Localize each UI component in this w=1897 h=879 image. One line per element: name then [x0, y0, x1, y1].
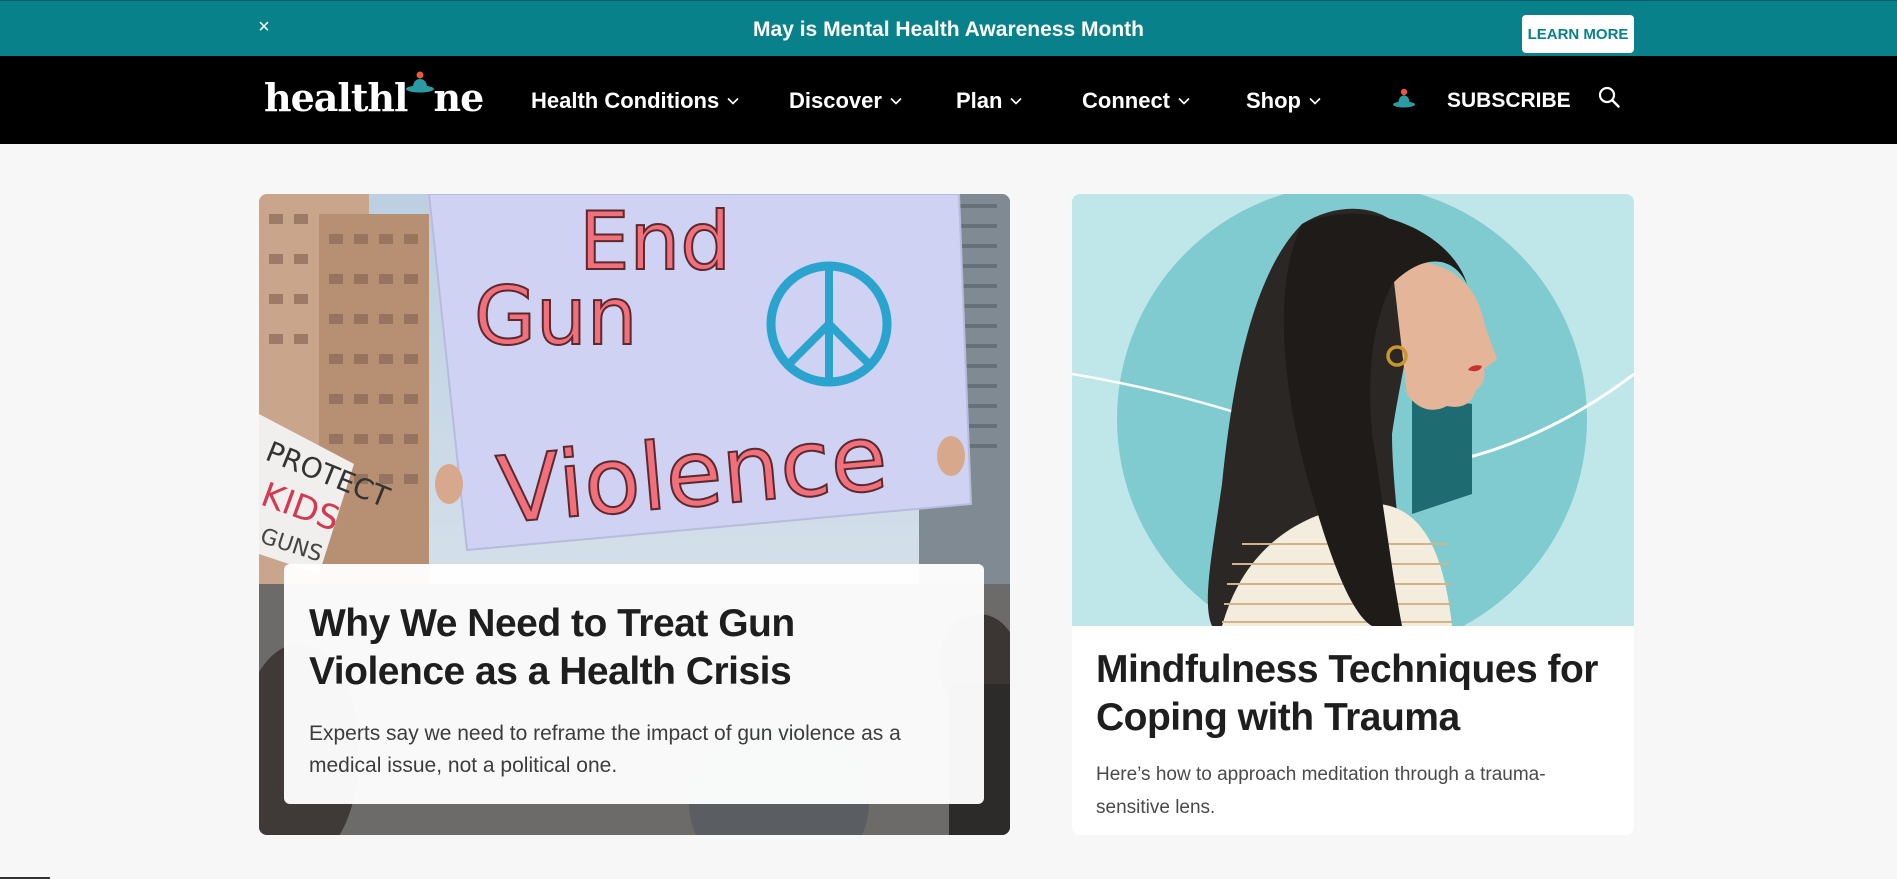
nav-shop[interactable]: Shop [1246, 88, 1321, 114]
article-text: Mindfulness Techniques for Coping with T… [1096, 646, 1616, 824]
healthline-logo[interactable]: healthl i ne [264, 71, 484, 120]
learn-more-button[interactable]: LEARN MORE [1522, 15, 1634, 53]
main-nav: healthl i ne Health Conditions Discover … [0, 56, 1897, 144]
sign-word-gun: Gun [474, 270, 637, 363]
nav-discover[interactable]: Discover [789, 88, 902, 114]
article-title[interactable]: Mindfulness Techniques for Coping with T… [1096, 646, 1616, 742]
woman-profile-illustration [1072, 194, 1634, 626]
subscribe-link[interactable]: SUBSCRIBE [1447, 89, 1571, 113]
nav-item-label: Shop [1246, 88, 1301, 113]
article-description: Here’s how to approach meditation throug… [1096, 764, 1546, 818]
promo-banner: × May is Mental Health Awareness Month L… [0, 0, 1897, 56]
nav-health-conditions[interactable]: Health Conditions [531, 88, 739, 114]
featured-article-gun-violence[interactable]: End Gun Violence PROTECT KIDS GUNS Why W… [259, 194, 1010, 835]
meditating-figure-icon [406, 71, 435, 93]
nav-item-label: Health Conditions [531, 88, 720, 113]
logo-text-left: healthl [264, 75, 408, 120]
chevron-down-icon [890, 97, 902, 105]
article-title[interactable]: Why We Need to Treat Gun Violence as a H… [309, 600, 959, 696]
article-summary-box: Why We Need to Treat Gun Violence as a H… [284, 564, 984, 804]
chevron-down-icon [1309, 97, 1321, 105]
logo-figure-letter: i [406, 71, 435, 120]
logo-text-right: ne [433, 75, 484, 120]
meditating-figure-icon[interactable] [1392, 88, 1416, 110]
nav-item-label: Connect [1082, 88, 1170, 113]
chevron-down-icon [727, 97, 739, 105]
nav-plan[interactable]: Plan [956, 88, 1023, 114]
search-icon[interactable] [1598, 86, 1620, 108]
featured-article-mindfulness[interactable]: Mindfulness Techniques for Coping with T… [1072, 194, 1634, 835]
nav-item-label: Discover [789, 88, 882, 113]
chevron-down-icon [1178, 97, 1190, 105]
nav-connect[interactable]: Connect [1082, 88, 1190, 114]
chevron-down-icon [1010, 97, 1023, 105]
article-description: Experts say we need to reframe the impac… [309, 722, 901, 777]
nav-item-label: Plan [956, 88, 1003, 113]
